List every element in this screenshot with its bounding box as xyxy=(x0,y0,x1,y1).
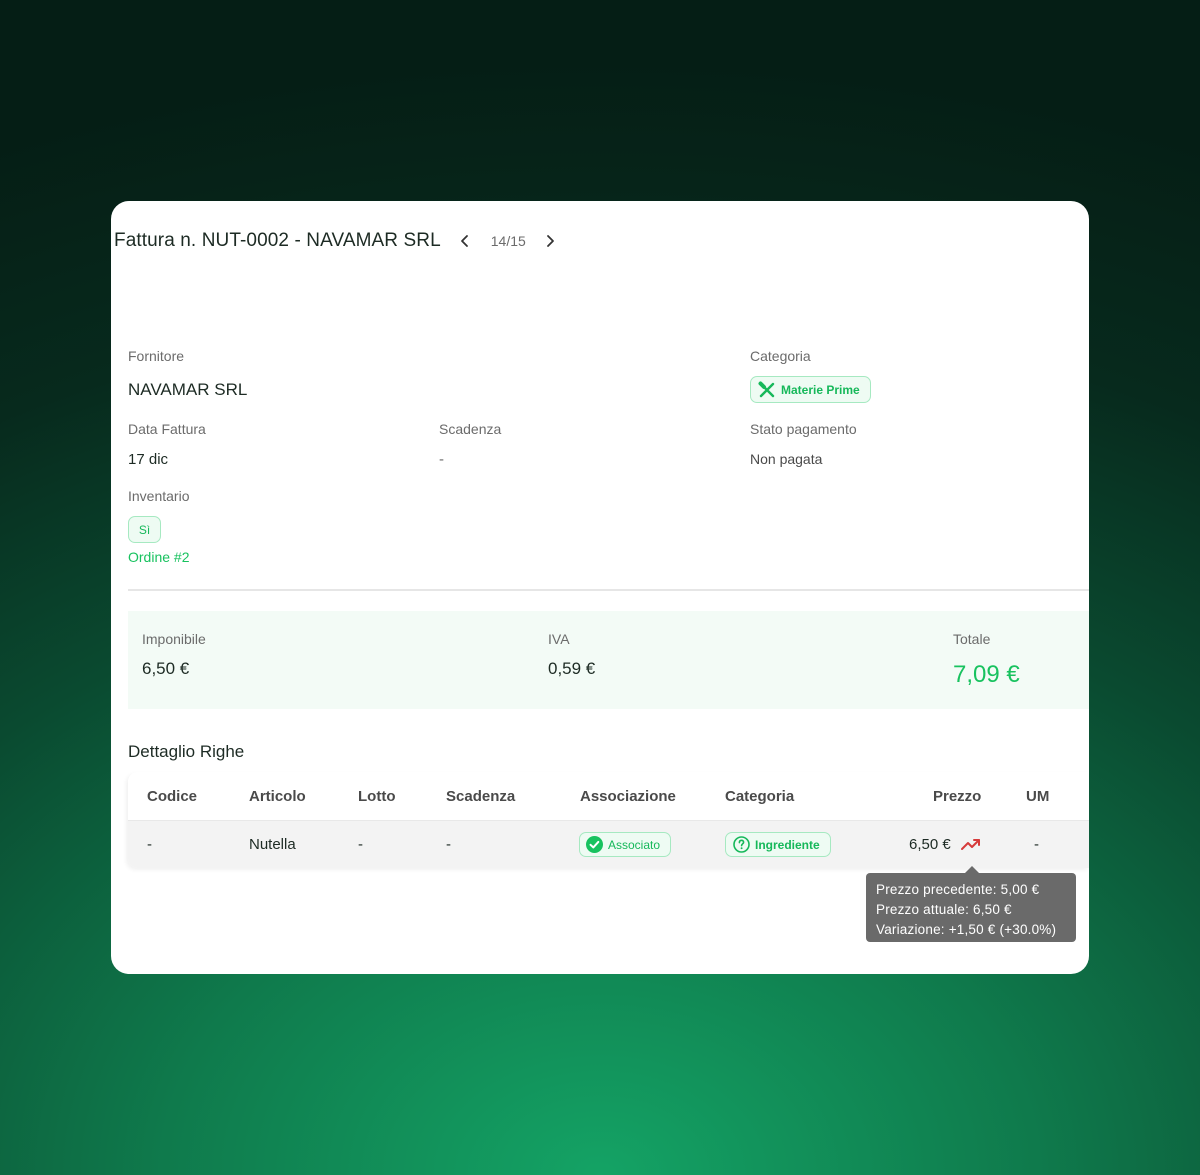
inventario-badge: Sì xyxy=(128,516,161,543)
stato-pagamento-label: Stato pagamento xyxy=(750,421,857,437)
ordine-link[interactable]: Ordine #2 xyxy=(128,549,189,565)
data-fattura-label: Data Fattura xyxy=(128,421,206,437)
lines-table: Codice Articolo Lotto Scadenza Associazi… xyxy=(128,772,1089,868)
column-header-prezzo[interactable]: Prezzo xyxy=(933,788,981,805)
stato-pagamento-value: Non pagata xyxy=(750,451,823,467)
categoria-label: Categoria xyxy=(750,348,811,364)
categoria-badge: Materie Prime xyxy=(750,376,871,403)
imponibile-value: 6,50 € xyxy=(142,659,190,678)
categoria-badge-label: Materie Prime xyxy=(781,382,860,397)
invoice-header: Fattura n. NUT-0002 - NAVAMAR SRL 14/15 xyxy=(114,229,562,253)
next-invoice-button[interactable] xyxy=(538,229,562,253)
fornitore-value: NAVAMAR SRL xyxy=(128,380,248,399)
invoice-card: Fattura n. NUT-0002 - NAVAMAR SRL 14/15 … xyxy=(111,201,1089,974)
tooltip-variation: Variazione: +1,50 € (+30.0%) xyxy=(876,922,1057,937)
scadenza-label: Scadenza xyxy=(439,421,502,437)
cell-um: - xyxy=(1034,836,1039,853)
table-header: Codice Articolo Lotto Scadenza Associazi… xyxy=(128,772,1089,820)
tooltip-previous-price: Prezzo precedente: 5,00 € xyxy=(876,882,1040,897)
column-header-articolo[interactable]: Articolo xyxy=(249,788,306,805)
tooltip-current-price: Prezzo attuale: 6,50 € xyxy=(876,902,1012,917)
question-circle-icon xyxy=(733,836,750,853)
iva-value: 0,59 € xyxy=(548,659,596,678)
associazione-badge[interactable]: Associato xyxy=(579,832,672,857)
associazione-badge-label: Associato xyxy=(608,837,661,852)
table-row[interactable]: - Nutella - - Associato Ingrediente 6,50 xyxy=(128,820,1089,868)
column-header-associazione[interactable]: Associazione xyxy=(580,788,676,805)
cell-articolo: Nutella xyxy=(249,836,296,853)
cell-prezzo: 6,50 € xyxy=(909,836,951,853)
column-header-categoria[interactable]: Categoria xyxy=(725,788,794,805)
inventario-label: Inventario xyxy=(128,488,190,504)
totals-panel: Imponibile 6,50 € IVA 0,59 € Totale xyxy=(128,611,1089,709)
chevron-left-icon xyxy=(460,235,468,247)
categoria-cell-badge[interactable]: Ingrediente xyxy=(725,832,831,857)
totale-label: Totale xyxy=(953,631,991,647)
column-header-scadenza[interactable]: Scadenza xyxy=(446,788,515,805)
fornitore-label: Fornitore xyxy=(128,348,185,364)
price-change-tooltip: Prezzo precedente: 5,00 € Prezzo attuale… xyxy=(866,866,1076,942)
data-fattura-value: 17 dic xyxy=(128,451,169,468)
trending-up-icon[interactable] xyxy=(960,836,982,852)
cell-lotto: - xyxy=(358,836,363,853)
cell-scadenza: - xyxy=(446,836,451,853)
fork-knife-icon xyxy=(758,381,775,397)
column-header-um[interactable]: UM xyxy=(1026,788,1049,805)
previous-invoice-button[interactable] xyxy=(453,229,477,253)
invoice-title: Fattura n. NUT-0002 - NAVAMAR SRL xyxy=(114,230,441,251)
categoria-cell-badge-label: Ingrediente xyxy=(755,837,820,852)
column-header-codice[interactable]: Codice xyxy=(147,788,197,805)
check-circle-icon xyxy=(586,836,603,853)
chevron-right-icon xyxy=(546,235,554,247)
section-divider xyxy=(128,589,1089,591)
inventario-badge-label: Sì xyxy=(138,522,151,537)
iva-label: IVA xyxy=(548,631,570,647)
invoice-counter: 14/15 xyxy=(490,233,526,249)
imponibile-label: Imponibile xyxy=(142,631,206,647)
totale-value: 7,09 € xyxy=(953,661,1020,688)
cell-codice: - xyxy=(147,836,152,853)
dettaglio-righe-title: Dettaglio Righe xyxy=(128,742,245,761)
column-header-lotto[interactable]: Lotto xyxy=(358,788,395,805)
scadenza-value: - xyxy=(439,451,444,468)
